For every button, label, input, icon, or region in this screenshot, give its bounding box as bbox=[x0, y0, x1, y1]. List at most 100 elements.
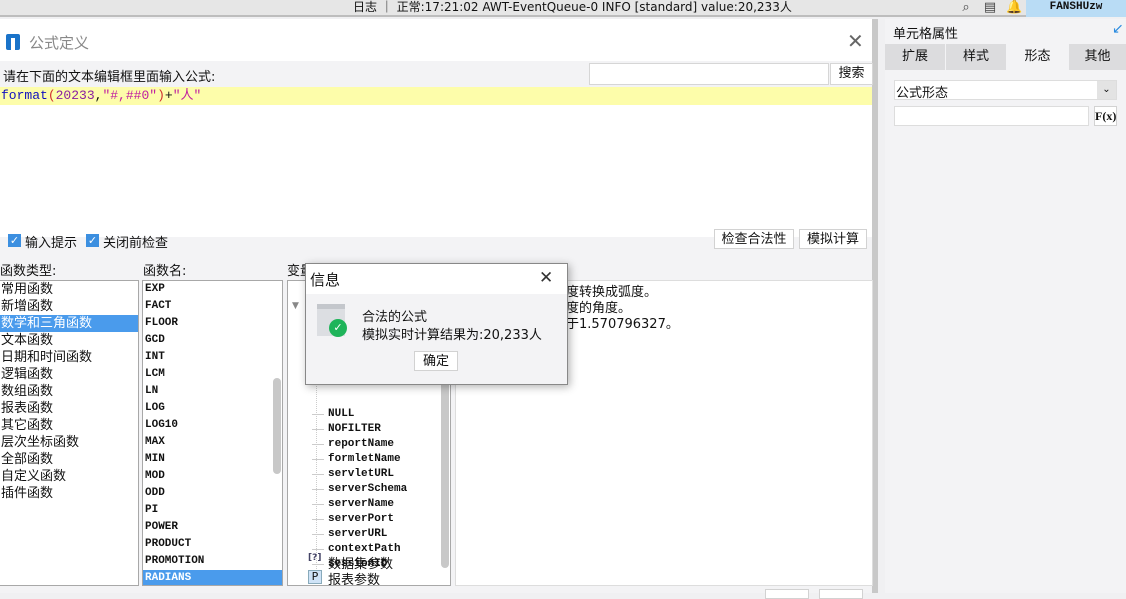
tree-expand-icon[interactable]: ▼ bbox=[292, 301, 299, 311]
functions-label: 函数名: bbox=[143, 264, 187, 279]
category-item[interactable]: 文本函数 bbox=[0, 332, 138, 349]
simulate-button[interactable]: 模拟计算 bbox=[799, 229, 867, 249]
ok-button[interactable] bbox=[765, 589, 809, 599]
category-item[interactable]: 数学和三角函数 bbox=[0, 315, 138, 332]
variable-item[interactable]: NULL bbox=[311, 407, 354, 422]
variable-item[interactable]: serverName bbox=[311, 497, 394, 512]
function-item[interactable]: MAX bbox=[143, 434, 282, 451]
chevron-down-icon[interactable]: ⌄ bbox=[1097, 81, 1116, 99]
scrollbar[interactable] bbox=[273, 378, 281, 474]
variable-item[interactable]: formletName bbox=[312, 452, 401, 467]
function-item[interactable]: LCM bbox=[143, 366, 282, 383]
formula-input[interactable] bbox=[894, 106, 1089, 126]
message-line2: 模拟实时计算结果为:20,233人 bbox=[362, 328, 542, 343]
function-item[interactable]: LOG bbox=[143, 400, 282, 417]
function-item[interactable]: LOG10 bbox=[143, 417, 282, 434]
notes-icon[interactable]: ▤ bbox=[982, 0, 998, 16]
fx-button[interactable]: F(x) bbox=[1094, 106, 1117, 126]
app-logo-icon bbox=[6, 34, 20, 50]
info-message-dialog: 信息 ✕ ✓ 合法的公式 模拟实时计算结果为:20,233人 确定 bbox=[305, 263, 568, 385]
description-line: 度转换成弧度。 bbox=[566, 285, 658, 300]
message-title: 信息 bbox=[310, 271, 341, 289]
form-select[interactable]: 公式形态 ⌄ bbox=[894, 80, 1117, 101]
category-item[interactable]: 自定义函数 bbox=[0, 468, 138, 485]
category-item[interactable]: 数组函数 bbox=[0, 383, 138, 400]
variable-item[interactable]: serverSchema bbox=[311, 482, 407, 497]
close-icon[interactable]: ✕ bbox=[539, 268, 553, 288]
category-item[interactable]: 其它函数 bbox=[0, 417, 138, 434]
search-icon[interactable]: ⌕ bbox=[958, 0, 974, 16]
function-item[interactable]: MIN bbox=[143, 451, 282, 468]
function-list[interactable]: EXP FACT FLOOR GCD INT LCM LN LOG LOG10 MAX MIN MOD… bbox=[142, 280, 283, 586]
check-before-close-checkbox[interactable]: ✓ bbox=[86, 234, 99, 247]
validate-button[interactable]: 检查合法性 bbox=[714, 229, 794, 249]
function-item[interactable]: FACT bbox=[143, 298, 282, 315]
dialog-titlebar: 公式定义 ✕ bbox=[0, 19, 872, 61]
variable-item[interactable]: serverURL bbox=[311, 527, 387, 542]
cell-properties-panel: 单元格属性 ↙ 扩展 样式 形态 其他 公式形态 ⌄ F(x) bbox=[885, 19, 1126, 593]
formula-number: 20233 bbox=[55, 88, 95, 103]
dialog-title: 公式定义 bbox=[29, 34, 90, 52]
tab-expand[interactable]: 扩展 bbox=[885, 44, 945, 70]
check-circle-icon: ✓ bbox=[329, 319, 347, 337]
tab-form[interactable]: 形态 bbox=[1007, 44, 1068, 70]
function-item[interactable]: MOD bbox=[143, 468, 282, 485]
message-line1: 合法的公式 bbox=[362, 310, 428, 325]
variable-item[interactable]: servletURL bbox=[311, 467, 394, 482]
category-list[interactable]: 常用函数 新增函数 数学和三角函数 文本函数 日期和时间函数 逻辑函数 数组函数 报表函数 其它… bbox=[0, 280, 139, 586]
search-button[interactable]: 搜索 bbox=[830, 63, 873, 85]
close-icon[interactable]: ✕ bbox=[847, 29, 864, 53]
dataset-icon: [?] bbox=[308, 553, 322, 563]
input-hint-label: 输入提示 bbox=[25, 236, 78, 251]
check-before-close-label: 关闭前检查 bbox=[103, 236, 169, 251]
tab-other[interactable]: 其他 bbox=[1069, 44, 1126, 70]
formula-prompt: 请在下面的文本编辑框里面输入公式: bbox=[3, 70, 216, 85]
report-params[interactable]: 报表参数 bbox=[328, 569, 380, 585]
tab-style[interactable]: 样式 bbox=[946, 44, 1006, 70]
category-item[interactable]: 新增函数 bbox=[0, 298, 138, 315]
category-item[interactable]: 层次坐标函数 bbox=[0, 434, 138, 451]
log-status-text: 日志 ｜ 正常:17:21:02 AWT-EventQueue-0 INFO [… bbox=[353, 0, 792, 14]
category-item[interactable]: 报表函数 bbox=[0, 400, 138, 417]
function-item[interactable]: PI bbox=[143, 502, 282, 519]
formula-paren: ) bbox=[157, 88, 165, 103]
function-item[interactable]: ODD bbox=[143, 485, 282, 502]
function-item[interactable]: PROMOTION bbox=[143, 553, 282, 570]
user-account[interactable]: FANSHUzw bbox=[1026, 0, 1126, 17]
formula-operator: + bbox=[164, 88, 173, 103]
search-input[interactable] bbox=[589, 63, 829, 85]
variable-item[interactable]: NOFILTER bbox=[312, 422, 381, 437]
message-titlebar: 信息 ✕ bbox=[306, 264, 567, 294]
function-item[interactable]: FLOOR bbox=[143, 315, 282, 332]
variable-item[interactable]: serverPort bbox=[311, 512, 394, 527]
formula-func: format bbox=[1, 88, 48, 103]
formula-string: "#,##0" bbox=[102, 88, 158, 103]
function-item[interactable]: POWER bbox=[143, 519, 282, 536]
function-item[interactable]: GCD bbox=[143, 332, 282, 349]
function-item[interactable]: RADIANS bbox=[143, 570, 282, 585]
description-line: 于1.570796327。 bbox=[566, 317, 679, 332]
collapse-arrow-icon[interactable]: ↙ bbox=[1112, 21, 1124, 37]
category-item[interactable]: 逻辑函数 bbox=[0, 366, 138, 383]
input-hint-checkbox[interactable]: ✓ bbox=[8, 234, 21, 247]
variable-item[interactable]: reportName bbox=[311, 437, 394, 452]
category-item[interactable]: 插件函数 bbox=[0, 485, 138, 502]
formula-line[interactable]: format(20233,"#,##0")+"人" bbox=[0, 87, 872, 105]
confirm-button[interactable]: 确定 bbox=[414, 351, 458, 371]
valid-document-icon: ✓ bbox=[317, 304, 347, 337]
function-rows: EXP FACT FLOOR GCD INT LCM LN LOG LOG10 MAX MIN MOD… bbox=[143, 281, 282, 585]
function-item[interactable]: EXP bbox=[143, 281, 282, 298]
description-text: 度转换成弧度。 度的角度。 于1.570796327。 bbox=[566, 285, 679, 333]
function-item[interactable]: PRODUCT bbox=[143, 536, 282, 553]
formula-string: "人" bbox=[172, 88, 202, 103]
function-item[interactable]: INT bbox=[143, 349, 282, 366]
category-item[interactable]: 常用函数 bbox=[0, 281, 138, 298]
category-item[interactable]: 日期和时间函数 bbox=[0, 349, 138, 366]
category-item[interactable]: 全部函数 bbox=[0, 451, 138, 468]
categories-label: 函数类型: bbox=[0, 264, 57, 279]
formula-editor[interactable]: format(20233,"#,##0")+"人" bbox=[0, 87, 872, 237]
select-value: 公式形态 bbox=[896, 86, 949, 101]
cancel-button[interactable] bbox=[819, 589, 863, 599]
bell-icon[interactable]: 🔔 bbox=[1006, 0, 1022, 16]
function-item[interactable]: LN bbox=[143, 383, 282, 400]
